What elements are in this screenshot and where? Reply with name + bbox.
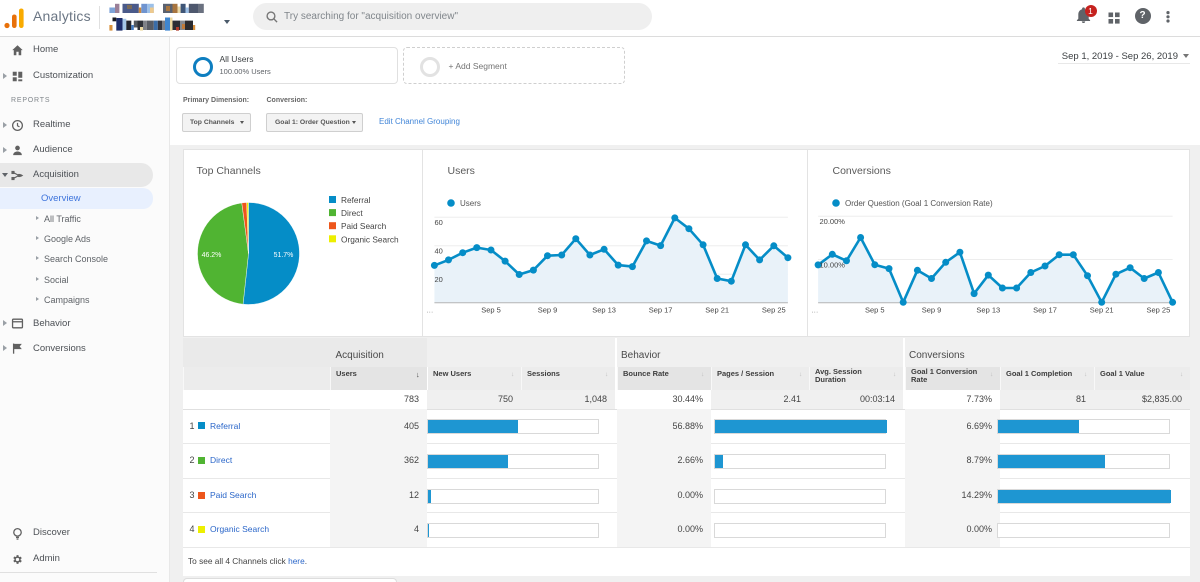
- svg-text:Sep 13: Sep 13: [976, 305, 1000, 314]
- svg-text:Sep 21: Sep 21: [705, 305, 729, 314]
- svg-text:Sep 9: Sep 9: [921, 305, 941, 314]
- svg-text:Paid Search: Paid Search: [341, 221, 387, 231]
- svg-text:Sep 9: Sep 9: [537, 305, 557, 314]
- svg-text:…: …: [811, 305, 819, 314]
- svg-text:20: 20: [434, 275, 442, 284]
- svg-text:…: …: [426, 305, 434, 314]
- svg-text:Sep 17: Sep 17: [648, 305, 672, 314]
- svg-text:Direct: Direct: [341, 208, 363, 218]
- svg-text:Conversions: Conversions: [832, 165, 890, 177]
- svg-text:46.2%: 46.2%: [202, 252, 222, 259]
- svg-text:40: 40: [434, 246, 442, 255]
- svg-text:10.00%: 10.00%: [819, 260, 845, 269]
- svg-text:Sep 17: Sep 17: [1033, 305, 1057, 314]
- svg-text:Sep 13: Sep 13: [592, 305, 616, 314]
- svg-text:Sep 5: Sep 5: [481, 305, 501, 314]
- svg-text:Users: Users: [447, 165, 474, 177]
- svg-text:Users: Users: [460, 199, 481, 208]
- svg-text:20.00%: 20.00%: [819, 217, 845, 226]
- svg-text:Order Question (Goal 1 Convers: Order Question (Goal 1 Conversion Rate): [845, 199, 993, 208]
- svg-text:Sep 25: Sep 25: [761, 305, 785, 314]
- svg-text:Organic Search: Organic Search: [341, 234, 399, 244]
- svg-text:Sep 5: Sep 5: [864, 305, 884, 314]
- svg-text:Referral: Referral: [341, 195, 371, 205]
- svg-text:60: 60: [434, 218, 442, 227]
- svg-text:Top Channels: Top Channels: [197, 165, 261, 177]
- svg-text:Sep 25: Sep 25: [1146, 305, 1170, 314]
- svg-text:51.7%: 51.7%: [274, 252, 294, 259]
- svg-text:Sep 21: Sep 21: [1089, 305, 1113, 314]
